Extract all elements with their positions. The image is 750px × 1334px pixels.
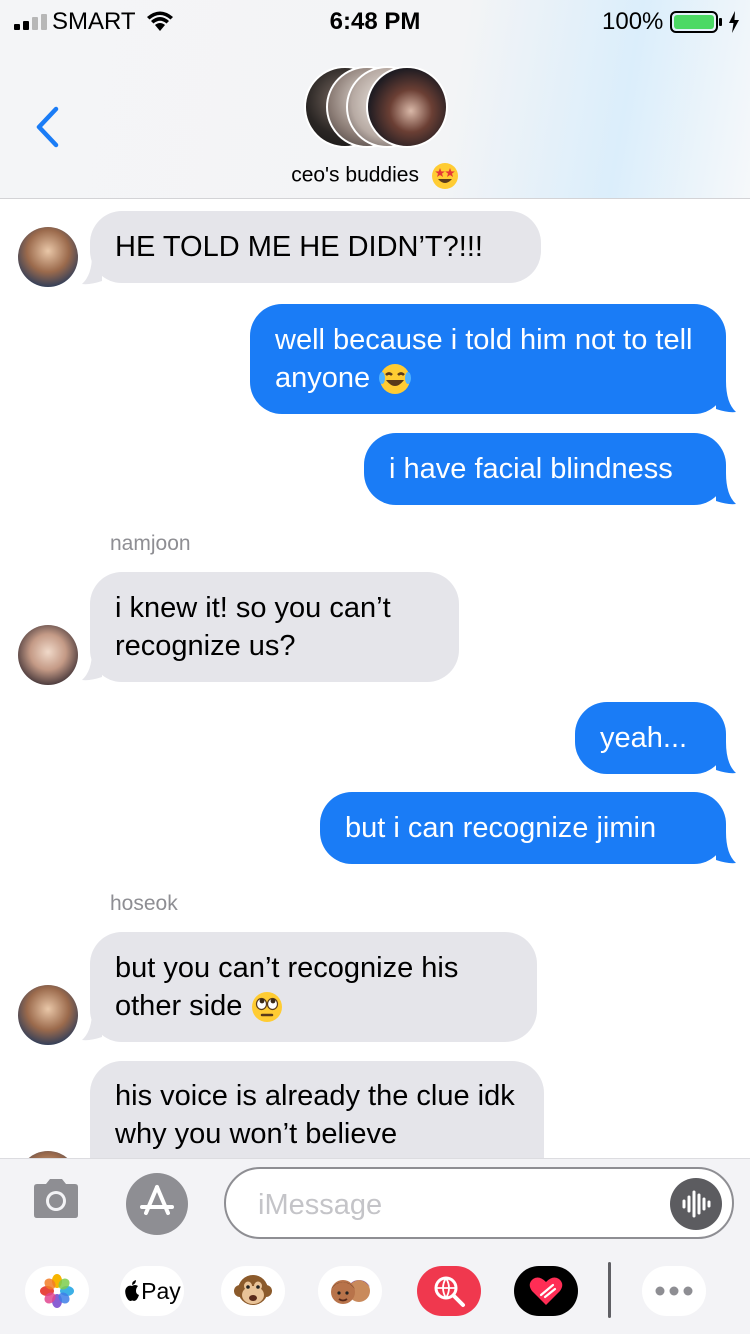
message-text: i have facial blindness bbox=[389, 453, 673, 485]
dock-divider bbox=[608, 1262, 611, 1318]
incoming-message[interactable]: his voice is already the clue idk why yo… bbox=[90, 1061, 544, 1158]
participant-avatar[interactable] bbox=[18, 625, 78, 685]
photos-app-button[interactable] bbox=[25, 1266, 89, 1316]
memoji-app-button[interactable] bbox=[318, 1266, 382, 1316]
outgoing-message[interactable]: but i can recognize jimin bbox=[320, 792, 726, 864]
incoming-message[interactable]: i knew it! so you can’t recognize us? bbox=[90, 572, 459, 682]
message-thread[interactable]: HE TOLD ME HE DIDN’T?!!! well because i … bbox=[0, 199, 750, 1158]
sender-name: namjoon bbox=[110, 532, 191, 555]
outgoing-message[interactable]: yeah... bbox=[575, 702, 726, 774]
status-bar: SMART 6:48 PM 100% bbox=[0, 0, 750, 40]
rolling-eyes-emoji-icon bbox=[252, 992, 283, 1023]
group-title[interactable]: ceo's buddies bbox=[0, 162, 750, 190]
message-text: his voice is already the clue idk why yo… bbox=[115, 1080, 515, 1150]
battery-percentage: 100% bbox=[602, 8, 664, 35]
message-text: yeah... bbox=[600, 722, 688, 754]
outgoing-message[interactable]: well because i told him not to tell anyo… bbox=[250, 304, 726, 414]
digital-touch-app-button[interactable] bbox=[514, 1266, 578, 1316]
star-struck-emoji-icon bbox=[431, 163, 458, 189]
group-member-avatar bbox=[366, 66, 448, 148]
sender-name: hoseok bbox=[110, 892, 178, 915]
voice-message-button[interactable] bbox=[670, 1178, 722, 1230]
tears-of-joy-emoji-icon bbox=[379, 364, 412, 395]
animoji-app-button[interactable] bbox=[221, 1266, 285, 1316]
apple-logo-icon bbox=[125, 1280, 140, 1301]
apple-pay-label: Pay bbox=[141, 1277, 181, 1304]
message-text: but i can recognize jimin bbox=[345, 812, 657, 844]
participant-avatar[interactable] bbox=[18, 227, 78, 287]
participant-avatar[interactable] bbox=[18, 1151, 78, 1158]
memoji-icon bbox=[331, 1280, 370, 1304]
waveform-icon bbox=[682, 1190, 711, 1218]
battery-icon bbox=[670, 11, 722, 33]
imessage-input[interactable]: iMessage bbox=[224, 1167, 734, 1239]
message-text: HE TOLD ME HE DIDN’T?!!! bbox=[115, 231, 483, 263]
outgoing-message[interactable]: i have facial blindness bbox=[364, 433, 726, 505]
more-dots-icon bbox=[655, 1286, 693, 1296]
apple-pay-app-button[interactable]: Pay bbox=[120, 1266, 184, 1316]
app-store-button[interactable] bbox=[126, 1173, 188, 1235]
message-text: i knew it! so you can’t recognize us? bbox=[115, 592, 391, 662]
message-text: but you can’t recognize his other side bbox=[115, 949, 512, 1025]
photos-icon bbox=[40, 1274, 74, 1308]
group-avatar-stack[interactable] bbox=[304, 66, 448, 148]
app-drawer: Pay bbox=[0, 1248, 750, 1334]
camera-icon[interactable] bbox=[30, 1177, 82, 1221]
back-chevron-icon[interactable] bbox=[34, 106, 60, 148]
digital-touch-heart-icon bbox=[529, 1277, 563, 1305]
more-apps-button[interactable] bbox=[642, 1266, 706, 1316]
message-text: well because i told him not to tell anyo… bbox=[275, 321, 701, 397]
monkey-animoji-icon bbox=[234, 1275, 272, 1305]
participant-avatar[interactable] bbox=[18, 985, 78, 1045]
web-search-app-button[interactable] bbox=[417, 1266, 481, 1316]
group-name-text: ceo's buddies bbox=[291, 163, 419, 187]
conversation-header: SMART 6:48 PM 100% ceo's buddies bbox=[0, 0, 750, 199]
charging-bolt-icon bbox=[729, 11, 739, 33]
message-input-bar: iMessage bbox=[0, 1158, 750, 1249]
incoming-message[interactable]: HE TOLD ME HE DIDN’T?!!! bbox=[90, 211, 541, 283]
input-placeholder: iMessage bbox=[258, 1189, 383, 1221]
app-store-icon bbox=[140, 1185, 174, 1215]
search-globe-icon bbox=[434, 1276, 465, 1307]
incoming-message[interactable]: but you can’t recognize his other side bbox=[90, 932, 537, 1042]
